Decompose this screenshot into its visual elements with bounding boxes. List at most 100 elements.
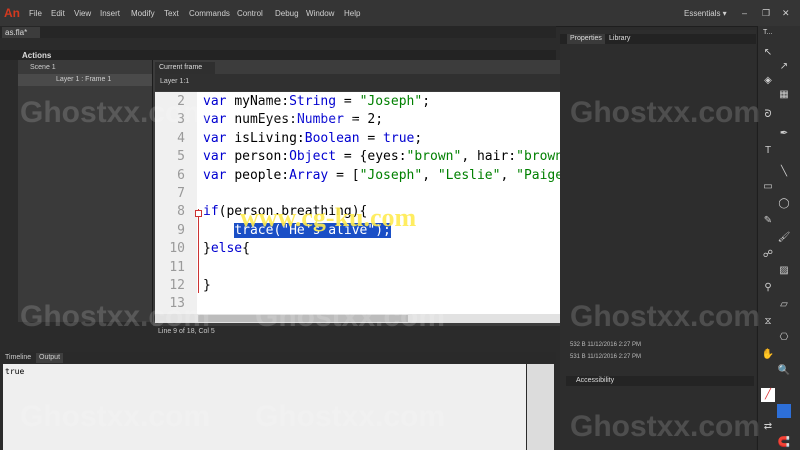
lasso-icon[interactable]: ᘐ	[761, 108, 775, 122]
text-tool-icon[interactable]: T	[761, 144, 775, 158]
app-logo: An	[4, 6, 20, 20]
code-token: =	[359, 130, 384, 146]
tree-item-frame[interactable]: Layer 1 : Frame 1	[18, 74, 152, 86]
code-token: = {eyes:	[336, 149, 407, 165]
code-token: var	[203, 149, 235, 165]
ghost-watermark: Ghostxx.com	[20, 96, 211, 129]
line-tool-icon[interactable]: ╲	[777, 165, 791, 179]
code-token: isLiving:	[234, 130, 305, 146]
hand-tool-icon[interactable]: ✋	[761, 348, 775, 362]
site-watermark: www.cg-ku.com	[240, 203, 417, 232]
fill-color-icon[interactable]	[777, 404, 791, 418]
close-icon[interactable]: ✕	[782, 8, 790, 19]
ghost-watermark: Ghostxx.com	[255, 96, 446, 129]
brush-tool-icon[interactable]: 🖌	[777, 231, 791, 245]
line-number: 11	[169, 259, 185, 275]
menu-file[interactable]: File	[29, 9, 42, 18]
swap-colors-icon[interactable]: ⇄	[761, 420, 775, 434]
tab-output[interactable]: Output	[36, 353, 64, 363]
line-number: 12	[169, 278, 185, 293]
code-token: if	[203, 204, 219, 220]
menu-commands[interactable]: Commands	[189, 9, 230, 18]
properties-panel	[560, 30, 756, 450]
tools-header: T...	[763, 29, 773, 36]
code-token: "Joseph"	[359, 167, 423, 183]
code-line[interactable]: }	[203, 278, 211, 293]
rectangle-tool-icon[interactable]: ▭	[761, 180, 775, 194]
workspace-switcher[interactable]: Essentials ▾	[684, 9, 727, 18]
pen-tool-icon[interactable]: ✒	[777, 127, 791, 141]
library-item[interactable]: 531 B 11/12/2016 2:27 PM	[570, 354, 641, 360]
ghost-watermark: Ghostxx.com	[570, 300, 761, 333]
oval-tool-icon[interactable]: ◯	[777, 197, 791, 211]
actions-panel-header	[0, 50, 556, 60]
eraser-icon[interactable]: ▱	[777, 298, 791, 312]
bottom-panel-tabs	[0, 352, 556, 363]
zoom-tool-icon[interactable]: 🔍	[777, 364, 791, 378]
menu-control[interactable]: Control	[237, 9, 263, 18]
code-token: Boolean	[304, 130, 360, 146]
line-number: 7	[177, 186, 185, 201]
tab-current-frame[interactable]: Current frame	[155, 62, 215, 74]
bone-tool-icon[interactable]: ☍	[761, 248, 775, 262]
line-number: 8	[177, 204, 185, 220]
menu-insert[interactable]: Insert	[100, 9, 120, 18]
line-number: 10	[169, 241, 185, 257]
tab-library[interactable]: Library	[606, 34, 633, 44]
subselect-tool-icon[interactable]: ↗	[777, 60, 791, 74]
fold-marker	[198, 209, 199, 293]
ghost-watermark: Ghostxx.com	[20, 400, 211, 433]
width-tool-icon[interactable]: ⧖	[761, 315, 775, 329]
actions-panel-title: Actions	[22, 51, 52, 60]
code-line[interactable]: var isLiving:Boolean = true;	[203, 131, 422, 146]
code-token: }	[203, 278, 211, 293]
menu-edit[interactable]: Edit	[51, 9, 65, 18]
document-tab-bar	[0, 26, 556, 38]
code-token: Array	[289, 167, 329, 183]
code-token: ,	[422, 167, 438, 183]
camera-icon[interactable]: ⎔	[777, 331, 791, 345]
library-item[interactable]: 532 B 11/12/2016 2:27 PM	[570, 342, 641, 348]
paint-bucket-icon[interactable]: ▨	[777, 264, 791, 278]
code-token: {	[242, 241, 250, 257]
menu-text[interactable]: Text	[164, 9, 179, 18]
code-token: people:	[234, 167, 290, 183]
line-number: 9	[177, 222, 185, 238]
stroke-color-icon[interactable]: ╱	[761, 388, 775, 402]
ghost-watermark: Ghostxx.com	[255, 400, 446, 433]
ghost-watermark: Ghostxx.com	[20, 300, 211, 333]
arrow-tool-icon[interactable]: ↖	[761, 46, 775, 60]
tree-item-scene[interactable]: Scene 1	[18, 62, 152, 74]
code-token: = [	[328, 167, 360, 183]
ghost-watermark: Ghostxx.com	[570, 96, 761, 129]
code-token: var	[203, 130, 235, 146]
code-line[interactable]: }else{	[203, 241, 250, 256]
layer-label: Layer 1:1	[160, 78, 190, 85]
menu-debug[interactable]: Debug	[275, 9, 299, 18]
line-number: 6	[177, 167, 185, 183]
menu-view[interactable]: View	[74, 9, 91, 18]
ghost-watermark: Ghostxx.com	[255, 300, 446, 333]
menu-help[interactable]: Help	[344, 9, 360, 18]
code-token: ,	[500, 167, 517, 183]
tab-properties[interactable]: Properties	[567, 34, 605, 44]
tab-timeline[interactable]: Timeline	[2, 353, 34, 363]
menu-modify[interactable]: Modify	[131, 9, 155, 18]
fold-toggle-icon[interactable]	[195, 210, 202, 217]
menu-window[interactable]: Window	[306, 9, 334, 18]
line-number: 5	[177, 149, 185, 165]
code-token: }	[203, 241, 211, 257]
code-token: person:	[234, 149, 290, 165]
minimize-icon[interactable]: –	[742, 8, 747, 18]
document-tab[interactable]: as.fla*	[2, 27, 40, 38]
snap-icon[interactable]: 🧲	[777, 436, 791, 450]
output-text: true	[5, 367, 25, 376]
eyedropper-icon[interactable]: ⚲	[761, 281, 775, 295]
pencil-tool-icon[interactable]: ✎	[761, 214, 775, 228]
gradient-tool-icon[interactable]: ▦	[777, 88, 791, 102]
accessibility-section[interactable]: Accessibility	[566, 376, 754, 386]
free-transform-icon[interactable]: ◈	[761, 74, 775, 88]
output-scrollbar[interactable]	[527, 364, 554, 450]
restore-icon[interactable]: ❐	[762, 8, 770, 19]
